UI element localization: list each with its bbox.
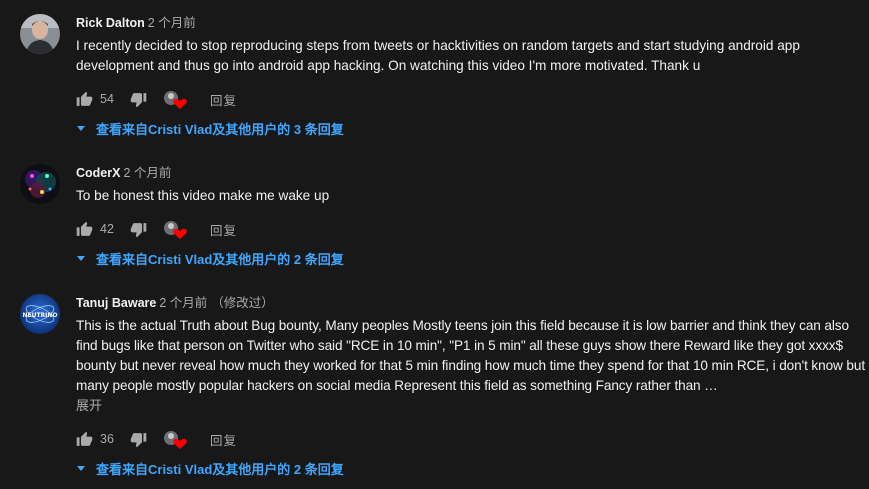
expand-button[interactable]: 展开 bbox=[76, 396, 116, 416]
comment-text: This is the actual Truth about Bug bount… bbox=[76, 318, 866, 393]
caret-down-icon bbox=[77, 256, 85, 261]
comment-body: Tanuj Baware 2 个月前 （修改过） This is the actua… bbox=[76, 294, 866, 416]
comment-header: Rick Dalton 2 个月前 bbox=[76, 14, 866, 32]
caret-down-icon bbox=[77, 466, 85, 471]
like-count: 36 bbox=[100, 432, 114, 446]
comment-text: I recently decided to stop reproducing s… bbox=[76, 38, 800, 73]
creator-heart-icon bbox=[173, 438, 187, 449]
creator-heart-badge bbox=[162, 218, 188, 240]
comment-header: CoderX 2 个月前 bbox=[76, 164, 866, 182]
dislike-button[interactable] bbox=[130, 218, 147, 240]
author-name[interactable]: CoderX bbox=[76, 166, 120, 180]
dislike-button[interactable] bbox=[130, 88, 147, 110]
thumb-down-icon bbox=[130, 92, 147, 107]
thumb-down-icon bbox=[130, 222, 147, 237]
like-button[interactable] bbox=[76, 218, 93, 240]
creator-heart-badge bbox=[162, 428, 188, 450]
thumb-up-icon bbox=[76, 431, 93, 446]
comment-toolbar: 36 回复 bbox=[76, 428, 376, 450]
like-count: 54 bbox=[100, 92, 114, 106]
avatar[interactable] bbox=[20, 164, 60, 204]
avatar[interactable]: NEUTRINO bbox=[20, 294, 60, 334]
view-replies-button[interactable]: 查看来自Cristi Vlad及其他用户的 2 条回复 bbox=[74, 458, 344, 478]
creator-heart-icon bbox=[173, 228, 187, 239]
timestamp[interactable]: 2 个月前 bbox=[123, 166, 171, 180]
like-button[interactable] bbox=[76, 88, 93, 110]
timestamp[interactable]: 2 个月前 bbox=[148, 16, 196, 30]
thumb-up-icon bbox=[76, 221, 93, 236]
edited-label: （修改过） bbox=[211, 296, 274, 310]
view-replies-label: 查看来自Cristi Vlad及其他用户的 3 条回复 bbox=[96, 121, 344, 137]
comment-header: Tanuj Baware 2 个月前 （修改过） bbox=[76, 294, 866, 312]
author-name[interactable]: Tanuj Baware bbox=[76, 296, 156, 310]
like-count: 42 bbox=[100, 222, 114, 236]
comment-body: CoderX 2 个月前 To be honest this video make… bbox=[76, 164, 866, 206]
timestamp[interactable]: 2 个月前 bbox=[159, 296, 207, 310]
dislike-button[interactable] bbox=[130, 428, 147, 450]
comment-body: Rick Dalton 2 个月前 I recently decided to s… bbox=[76, 14, 866, 76]
comment-toolbar: 42 回复 bbox=[76, 218, 376, 240]
author-name[interactable]: Rick Dalton bbox=[76, 16, 145, 30]
thumb-down-icon bbox=[130, 432, 147, 447]
creator-heart-badge bbox=[162, 88, 188, 110]
thumb-up-icon bbox=[76, 91, 93, 106]
like-button[interactable] bbox=[76, 428, 93, 450]
comment-text: To be honest this video make me wake up bbox=[76, 188, 330, 203]
reply-button[interactable]: 回复 bbox=[210, 88, 237, 110]
reply-button[interactable]: 回复 bbox=[210, 218, 237, 240]
reply-button[interactable]: 回复 bbox=[210, 428, 237, 450]
comment-toolbar: 54 回复 bbox=[76, 88, 376, 110]
view-replies-label: 查看来自Cristi Vlad及其他用户的 2 条回复 bbox=[96, 461, 344, 477]
avatar-logo-text: NEUTRINO bbox=[22, 312, 57, 319]
avatar[interactable] bbox=[20, 14, 60, 54]
view-replies-label: 查看来自Cristi Vlad及其他用户的 2 条回复 bbox=[96, 251, 344, 267]
view-replies-button[interactable]: 查看来自Cristi Vlad及其他用户的 2 条回复 bbox=[74, 248, 344, 268]
view-replies-button[interactable]: 查看来自Cristi Vlad及其他用户的 3 条回复 bbox=[74, 118, 344, 138]
caret-down-icon bbox=[77, 126, 85, 131]
creator-heart-icon bbox=[173, 98, 187, 109]
